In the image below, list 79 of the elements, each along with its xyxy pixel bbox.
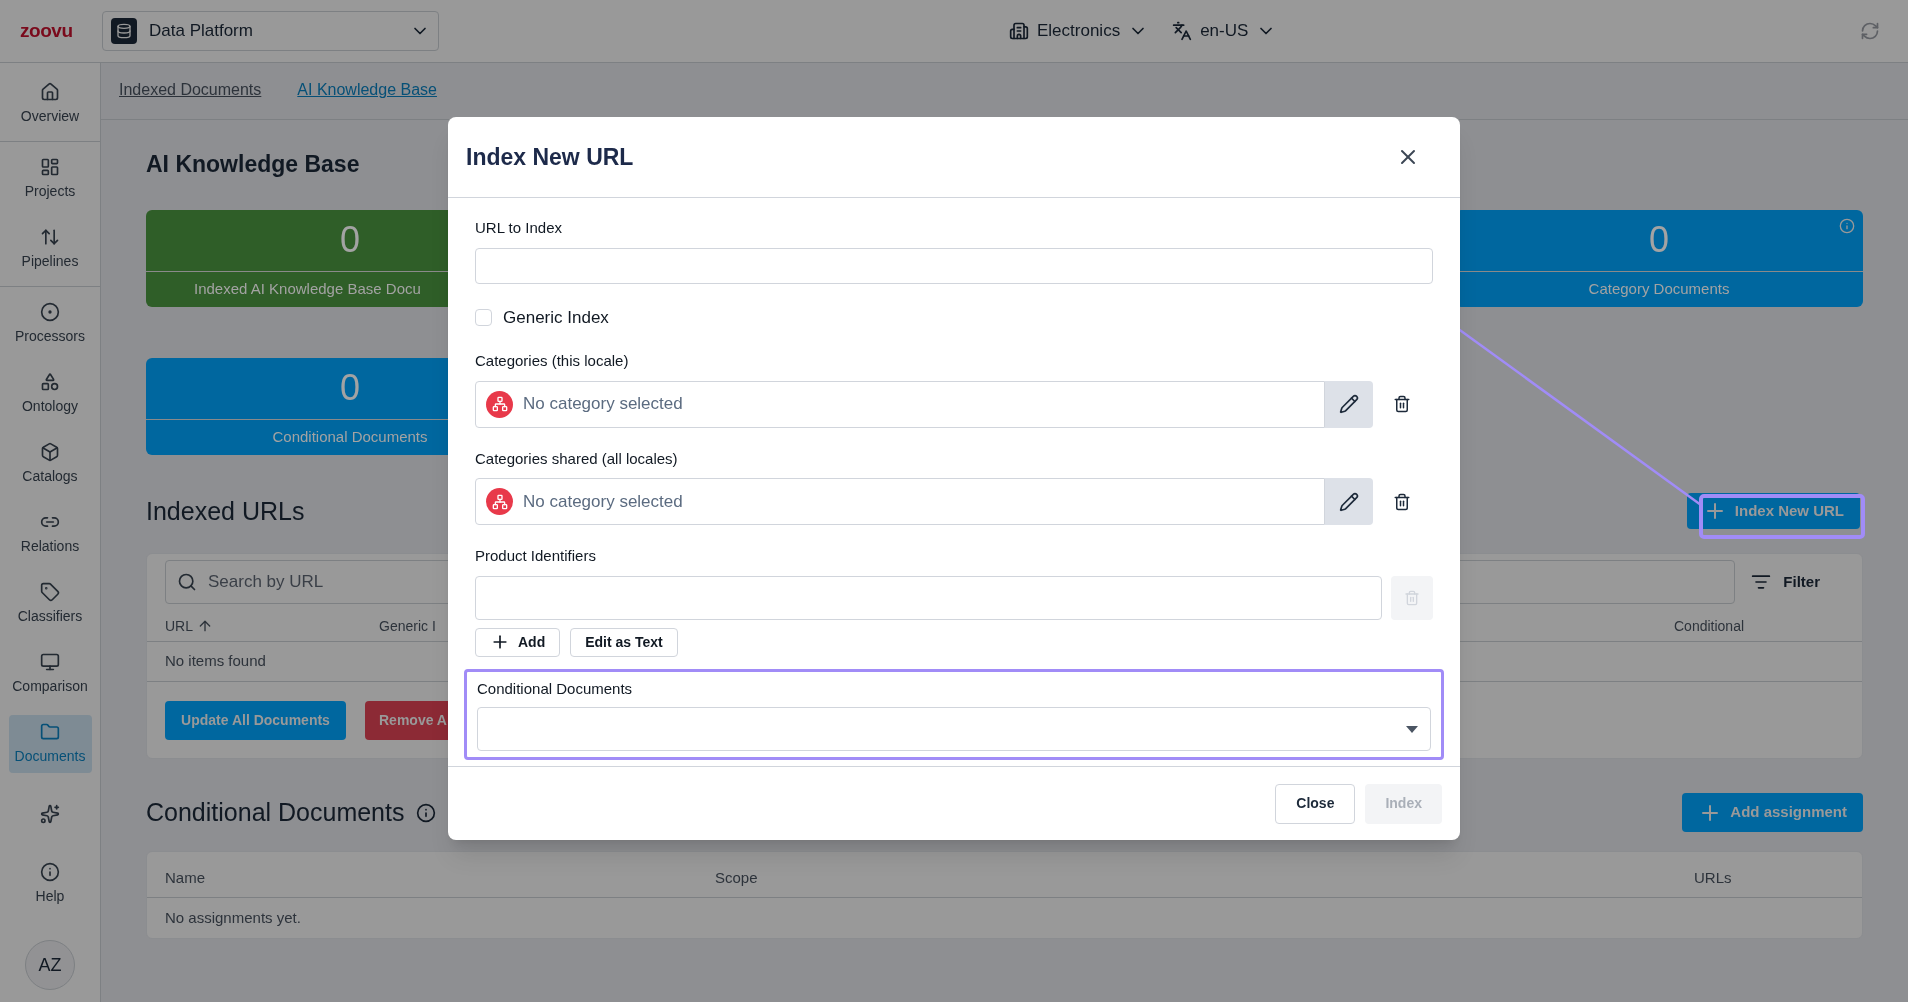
empty-message: No assignments yet. — [165, 907, 301, 928]
edit-button[interactable] — [1325, 478, 1373, 525]
monitor-icon — [40, 651, 60, 672]
pencil-icon — [1339, 394, 1359, 414]
tag-icon — [40, 581, 60, 602]
dropdown-caret-icon — [1406, 725, 1418, 733]
stat-label: Category Documents — [1588, 278, 1730, 299]
url-input[interactable] — [475, 247, 1433, 284]
page-title: AI Knowledge Base — [146, 150, 360, 179]
locale-selector[interactable]: en-US — [1172, 18, 1277, 44]
checkbox-label: Generic Index — [503, 306, 609, 329]
tab[interactable]: Indexed Documents — [119, 78, 262, 102]
sidebar-item[interactable]: Classifiers — [8, 575, 92, 633]
filter-icon — [1751, 572, 1772, 592]
stat-value: 0 — [340, 368, 360, 408]
sidebar-item[interactable]: Comparison — [8, 645, 92, 703]
home-icon — [40, 81, 60, 102]
sort-arrow-icon — [197, 618, 213, 634]
empty-message: No items found — [165, 651, 266, 672]
section-title: Indexed URLs — [146, 495, 305, 527]
column-header[interactable]: Conditional — [1674, 615, 1745, 637]
database-icon — [111, 18, 137, 44]
sidebar-item[interactable]: Processors — [8, 295, 92, 353]
sidebar-item[interactable]: Projects — [8, 150, 92, 208]
sidebar-item[interactable]: Relations — [8, 505, 92, 563]
folder-icon — [40, 721, 60, 742]
shapes-icon — [40, 371, 60, 392]
edit-button[interactable] — [1325, 380, 1373, 428]
building-icon — [1009, 21, 1029, 41]
translate-icon — [1172, 21, 1193, 41]
category-tree-icon — [486, 390, 513, 418]
column-header[interactable]: Generic I — [379, 615, 436, 637]
add-button[interactable]: Add — [475, 627, 561, 657]
column-header: Scope — [715, 867, 758, 888]
category-field[interactable]: No category selected — [475, 478, 1325, 525]
delete-icon[interactable] — [1393, 395, 1411, 413]
delete-icon[interactable] — [1393, 492, 1411, 511]
field-label: Conditional Documents — [477, 678, 633, 699]
stat-label: Indexed AI Knowledge Base Docu — [194, 278, 421, 299]
stat-label: Conditional Documents — [272, 426, 428, 447]
field-label: Product Identifiers — [475, 546, 596, 566]
column-header: URLs — [1694, 867, 1732, 888]
project-selector[interactable]: Data Platform — [102, 11, 439, 51]
column-header: Name — [165, 867, 205, 888]
user-avatar[interactable]: AZ — [25, 940, 75, 990]
sparkles-icon — [40, 804, 60, 824]
tab[interactable]: AI Knowledge Base — [297, 78, 437, 102]
catalog-selector[interactable]: Electronics — [1009, 18, 1149, 44]
stat-value: 0 — [1649, 220, 1669, 260]
column-header[interactable]: URL — [165, 615, 213, 637]
modal-title: Index New URL — [466, 142, 634, 172]
dialog-button[interactable]: Close — [1275, 783, 1356, 824]
cube-icon — [40, 441, 60, 462]
category-tree-icon — [486, 488, 513, 515]
identifier-input[interactable] — [475, 575, 1382, 620]
field-label: Categories (this locale) — [475, 351, 629, 371]
sidebar-item[interactable]: Help — [8, 855, 92, 913]
sidebar-item[interactable]: Catalogs — [8, 435, 92, 493]
refresh-icon[interactable] — [1860, 21, 1880, 41]
info-icon — [416, 802, 437, 823]
field-label: URL to Index — [475, 218, 562, 238]
dashboard-icon — [40, 156, 60, 177]
checkbox[interactable] — [475, 308, 492, 326]
sidebar-item[interactable]: Ontology — [8, 365, 92, 423]
stat-value: 0 — [340, 220, 360, 260]
filter-button[interactable]: Filter — [1751, 570, 1844, 594]
pencil-icon — [1339, 491, 1359, 512]
circle-icon — [40, 301, 60, 322]
section-title: Conditional Documents — [146, 796, 405, 828]
trash-icon — [1404, 589, 1420, 606]
info-icon — [40, 861, 60, 882]
sidebar-item[interactable]: Pipelines — [8, 220, 92, 278]
search-icon — [177, 572, 197, 592]
dropdown-field[interactable] — [477, 707, 1431, 751]
edit-as-text-button[interactable]: Edit as Text — [570, 627, 678, 657]
field-label: Categories shared (all locales) — [475, 448, 678, 469]
category-field[interactable]: No category selected — [475, 380, 1325, 428]
brand-logo: zoovu — [20, 18, 74, 43]
sidebar-item[interactable]: Overview — [8, 75, 92, 133]
